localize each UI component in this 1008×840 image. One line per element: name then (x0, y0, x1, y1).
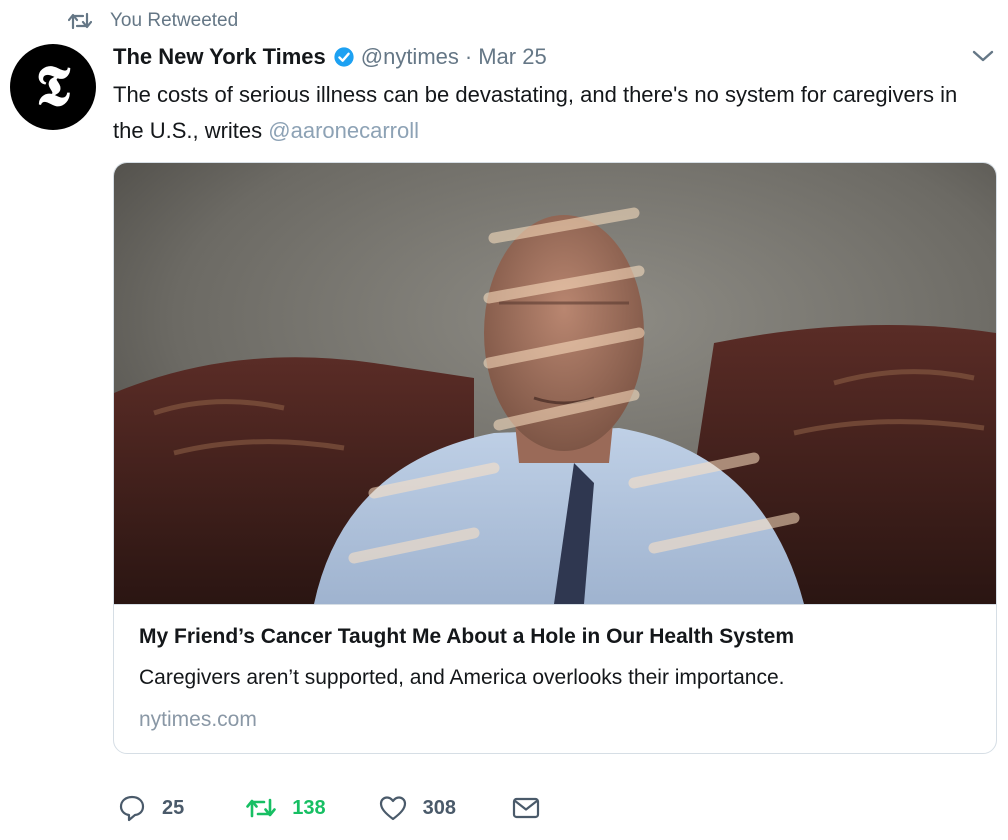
like-icon (379, 796, 406, 821)
author-name[interactable]: The New York Times (113, 44, 326, 70)
retweet-count: 138 (292, 796, 326, 819)
retweet-icon (246, 798, 277, 818)
card-title[interactable]: My Friend’s Cancer Taught Me About a Hol… (139, 625, 794, 649)
mention-link[interactable]: @aaronecarroll (268, 118, 419, 143)
reply-button[interactable]: 25 (118, 794, 184, 822)
chevron-down-icon[interactable] (972, 49, 994, 63)
tweet-header: The New York Times @nytimes · Mar 25 (113, 40, 547, 74)
nyt-logo: 𝕿 (35, 53, 71, 119)
tweet-text: The costs of serious illness can be deva… (113, 77, 973, 149)
author-handle[interactable]: @nytimes (361, 44, 459, 70)
link-card[interactable]: My Friend’s Cancer Taught Me About a Hol… (113, 162, 997, 754)
retweet-context-label: You Retweeted (110, 10, 239, 31)
tweet-body: The costs of serious illness can be deva… (113, 82, 958, 143)
reply-icon (119, 795, 145, 822)
like-count: 308 (422, 796, 456, 819)
separator: · (464, 44, 473, 69)
card-domain: nytimes.com (139, 708, 257, 731)
verified-badge-icon (333, 46, 355, 68)
card-description: Caregivers aren’t supported, and America… (139, 666, 785, 689)
dm-icon (512, 797, 540, 819)
retweet-icon (68, 12, 92, 30)
tweet-actions: 25 138 308 (118, 790, 540, 826)
retweet-context: You Retweeted (68, 6, 238, 36)
direct-message-button[interactable] (512, 797, 540, 819)
card-image (114, 163, 996, 605)
tweet-date[interactable]: Mar 25 (478, 44, 546, 70)
reply-count: 25 (162, 796, 185, 819)
retweet-button[interactable]: 138 (246, 796, 326, 820)
avatar[interactable]: 𝕿 (10, 44, 96, 130)
like-button[interactable]: 308 (379, 795, 456, 821)
